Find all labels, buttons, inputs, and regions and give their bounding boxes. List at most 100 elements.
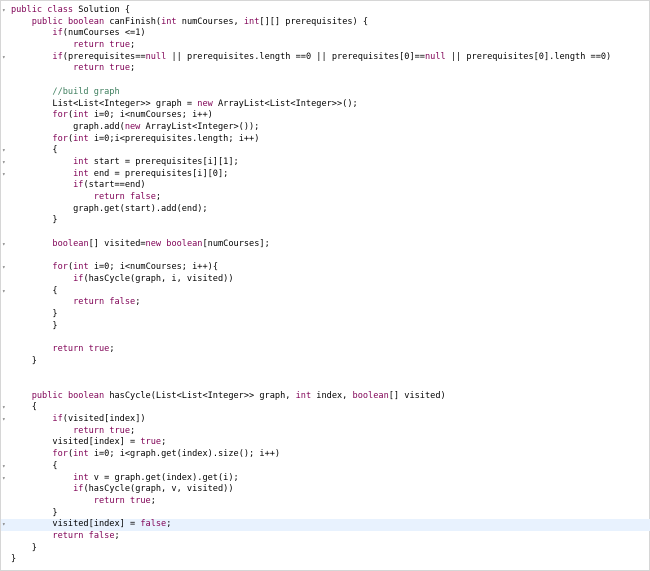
code-line-text: }	[11, 215, 58, 226]
code-line-text: return true;	[52, 343, 115, 354]
code-line-text: if(hasCycle(graph, v, visited))	[73, 484, 234, 495]
code-line-text: for(int i=0;i<prerequisites.length; i++)	[52, 133, 260, 144]
code-line-text: graph.get(start).add(end);	[11, 203, 208, 214]
code-line-text: public boolean hasCycle(List<List<Intege…	[31, 390, 446, 401]
code-line-text: visited[index] = true;	[11, 437, 167, 448]
code-line-text: return true;	[73, 40, 136, 51]
code-line-text: //build graph	[11, 86, 120, 97]
code-line[interactable]: ▾ if(prerequisites==null || prerequisite…	[1, 52, 650, 64]
code-line-text: for(int i=0; i<graph.get(index).size(); …	[52, 449, 281, 460]
code-line-text: {	[11, 145, 58, 156]
code-line-text: if(visited[index])	[52, 414, 146, 425]
code-line-text: }	[11, 554, 17, 565]
code-line[interactable]: if(start==end)	[1, 180, 650, 192]
code-line[interactable]: }	[1, 543, 650, 555]
code-line-text: if(hasCycle(graph, i, visited))	[73, 273, 234, 284]
code-line-text: List<List<Integer>> graph = new ArrayLis…	[11, 98, 358, 109]
code-line-text: }	[11, 308, 58, 319]
code-line[interactable]: if(numCourses <=1)	[1, 28, 650, 40]
code-line[interactable]: ▾ int start = prerequisites[i][1];	[1, 157, 650, 169]
code-line-text: if(numCourses <=1)	[52, 28, 146, 39]
code-line-text: return true;	[93, 495, 156, 506]
code-area[interactable]: ▾ public class Solution { public boolean …	[1, 5, 650, 566]
code-line[interactable]: public boolean canFinish(int numCourses,…	[1, 17, 650, 29]
code-line[interactable]: }	[1, 508, 650, 520]
code-line-text: return true;	[73, 425, 136, 436]
code-line-text: int v = graph.get(index).get(i);	[73, 472, 239, 483]
code-line[interactable]: return false;	[1, 297, 650, 309]
code-line[interactable]: visited[index] = true;	[1, 437, 650, 449]
code-line[interactable]: return true;	[1, 496, 650, 508]
code-line[interactable]: return false;	[1, 192, 650, 204]
fold-marker-icon[interactable]: ▾	[2, 5, 8, 17]
code-line-text: visited[index] = false;	[11, 519, 172, 530]
code-line[interactable]: ▾ {	[1, 402, 650, 414]
fold-marker-icon[interactable]: ▾	[2, 473, 8, 485]
fold-marker-icon[interactable]: ▾	[2, 239, 8, 251]
code-line-text: return false;	[73, 297, 141, 308]
code-line[interactable]: }	[1, 321, 650, 333]
code-line[interactable]: if(hasCycle(graph, v, visited))	[1, 484, 650, 496]
code-line-text: }	[11, 542, 37, 553]
code-line[interactable]: }	[1, 309, 650, 321]
code-editor[interactable]: ▾ public class Solution { public boolean …	[0, 0, 650, 571]
code-line[interactable]: return false;	[1, 531, 650, 543]
fold-marker-icon[interactable]: ▾	[2, 169, 8, 181]
code-line[interactable]: ▾ for(int i=0; i<numCourses; i++){	[1, 262, 650, 274]
code-line[interactable]: }	[1, 356, 650, 368]
code-line[interactable]: ▾ visited[index] = false;	[1, 519, 650, 531]
code-line[interactable]: ▾ public class Solution {	[1, 5, 650, 17]
code-line[interactable]: for(int i=0; i<numCourses; i++)	[1, 110, 650, 122]
code-line[interactable]: if(hasCycle(graph, i, visited))	[1, 274, 650, 286]
code-line[interactable]: for(int i=0;i<prerequisites.length; i++)	[1, 134, 650, 146]
code-line[interactable]: return true;	[1, 344, 650, 356]
code-line[interactable]: graph.add(new ArrayList<Integer>());	[1, 122, 650, 134]
code-line-text: {	[11, 402, 37, 413]
code-line-text: public class Solution {	[11, 5, 131, 15]
code-line[interactable]: ▾ {	[1, 145, 650, 157]
code-line[interactable]: ▾ int end = prerequisites[i][0];	[1, 169, 650, 181]
fold-marker-icon[interactable]: ▾	[2, 52, 8, 64]
code-line-text: if(start==end)	[73, 180, 146, 191]
code-line[interactable]: List<List<Integer>> graph = new ArrayLis…	[1, 99, 650, 111]
code-line[interactable]	[1, 227, 650, 239]
code-line-text: return true;	[73, 63, 136, 74]
fold-marker-icon[interactable]: ▾	[2, 145, 8, 157]
fold-marker-icon[interactable]: ▾	[2, 157, 8, 169]
code-line[interactable]: }	[1, 554, 650, 566]
code-line-text: {	[11, 460, 58, 471]
fold-marker-icon[interactable]: ▾	[2, 402, 8, 414]
fold-marker-icon[interactable]: ▾	[2, 286, 8, 298]
code-line-text: if(prerequisites==null || prerequisites.…	[52, 51, 612, 62]
code-line[interactable]: ▾ boolean[] visited=new boolean[numCours…	[1, 239, 650, 251]
code-line[interactable]: ▾ {	[1, 461, 650, 473]
fold-marker-icon[interactable]: ▾	[2, 519, 8, 531]
code-line-text: }	[11, 507, 58, 518]
code-line-text: int start = prerequisites[i][1];	[73, 156, 239, 167]
code-line-text: boolean[] visited=new boolean[numCourses…	[52, 238, 270, 249]
fold-marker-icon[interactable]: ▾	[2, 262, 8, 274]
code-line[interactable]: graph.get(start).add(end);	[1, 204, 650, 216]
code-line[interactable]: return true;	[1, 63, 650, 75]
code-line[interactable]: }	[1, 215, 650, 227]
code-line-text: }	[11, 355, 37, 366]
code-line-text: {	[11, 285, 58, 296]
code-line[interactable]	[1, 250, 650, 262]
code-line-text: graph.add(new ArrayList<Integer>());	[11, 121, 260, 132]
code-line-text: for(int i=0; i<numCourses; i++){	[52, 262, 219, 273]
fold-marker-icon[interactable]: ▾	[2, 414, 8, 426]
code-line[interactable]: //build graph	[1, 87, 650, 99]
code-line[interactable]	[1, 367, 650, 379]
code-line[interactable]: ▾ int v = graph.get(index).get(i);	[1, 473, 650, 485]
code-line[interactable]: ▾ {	[1, 286, 650, 298]
code-line[interactable]	[1, 379, 650, 391]
fold-marker-icon[interactable]: ▾	[2, 461, 8, 473]
code-line[interactable]	[1, 332, 650, 344]
code-line-text: int end = prerequisites[i][0];	[73, 168, 229, 179]
code-line[interactable]: for(int i=0; i<graph.get(index).size(); …	[1, 449, 650, 461]
code-line[interactable]: return true;	[1, 426, 650, 438]
code-line[interactable]: return true;	[1, 40, 650, 52]
code-line[interactable]: public boolean hasCycle(List<List<Intege…	[1, 391, 650, 403]
code-line[interactable]	[1, 75, 650, 87]
code-line[interactable]: ▾ if(visited[index])	[1, 414, 650, 426]
